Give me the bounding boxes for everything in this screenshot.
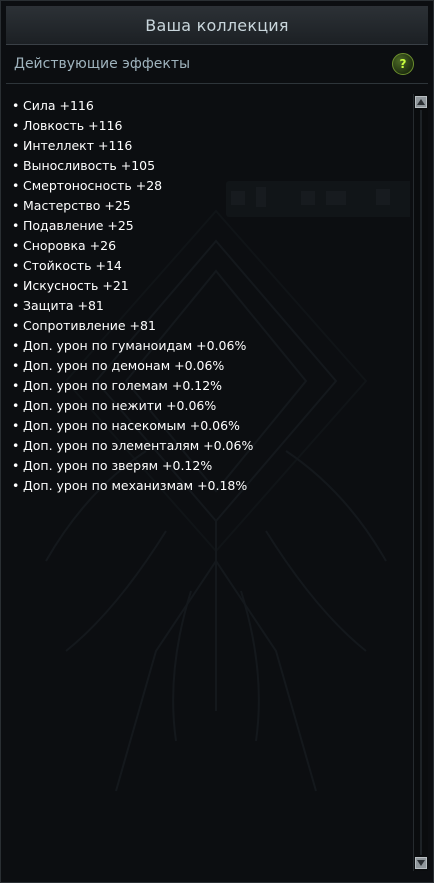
section-title: Действующие эффекты xyxy=(14,56,191,72)
list-item: Доп. урон по нежити +0.06% xyxy=(12,396,253,416)
list-item: Стойкость +14 xyxy=(12,256,253,276)
arrow-down-icon xyxy=(417,860,425,866)
title-bar[interactable]: Ваша коллекция xyxy=(6,6,428,45)
list-item: Доп. урон по элементалям +0.06% xyxy=(12,436,253,456)
list-item: Ловкость +116 xyxy=(12,116,253,136)
list-item: Искусность +21 xyxy=(12,276,253,296)
list-item: Доп. урон по насекомым +0.06% xyxy=(12,416,253,436)
list-item: Сила +116 xyxy=(12,96,253,116)
list-item: Интеллект +116 xyxy=(12,136,253,156)
list-item: Выносливость +105 xyxy=(12,156,253,176)
list-item: Доп. урон по гуманоидам +0.06% xyxy=(12,336,253,356)
help-button[interactable]: ? xyxy=(392,53,414,75)
vertical-scrollbar[interactable] xyxy=(413,94,428,871)
list-item: Сноровка +26 xyxy=(12,236,253,256)
list-item: Доп. урон по демонам +0.06% xyxy=(12,356,253,376)
collection-window: Ваша коллекция Действующие эффекты ? • С… xyxy=(0,0,434,883)
list-item: Смертоносность +28 xyxy=(12,176,253,196)
list-item: Защита +81 xyxy=(12,296,253,316)
section-header: Действующие эффекты ? xyxy=(6,47,428,84)
effects-list: Сила +116 Ловкость +116 Интеллект +116 В… xyxy=(12,96,253,496)
list-item: Доп. урон по зверям +0.12% xyxy=(12,456,253,476)
effects-panel: Сила +116 Ловкость +116 Интеллект +116 В… xyxy=(6,91,410,875)
list-item: Сопротивление +81 xyxy=(12,316,253,336)
list-item: Доп. урон по механизмам +0.18% xyxy=(12,476,253,496)
arrow-up-icon xyxy=(417,99,425,105)
list-item: Мастерство +25 xyxy=(12,196,253,216)
question-mark-icon: ? xyxy=(399,57,407,71)
list-item: Подавление +25 xyxy=(12,216,253,236)
scroll-up-button[interactable] xyxy=(415,96,427,108)
list-item: Доп. урон по големам +0.12% xyxy=(12,376,253,396)
scroll-track[interactable] xyxy=(420,110,422,855)
scroll-down-button[interactable] xyxy=(415,857,427,869)
window-title: Ваша коллекция xyxy=(145,15,289,35)
